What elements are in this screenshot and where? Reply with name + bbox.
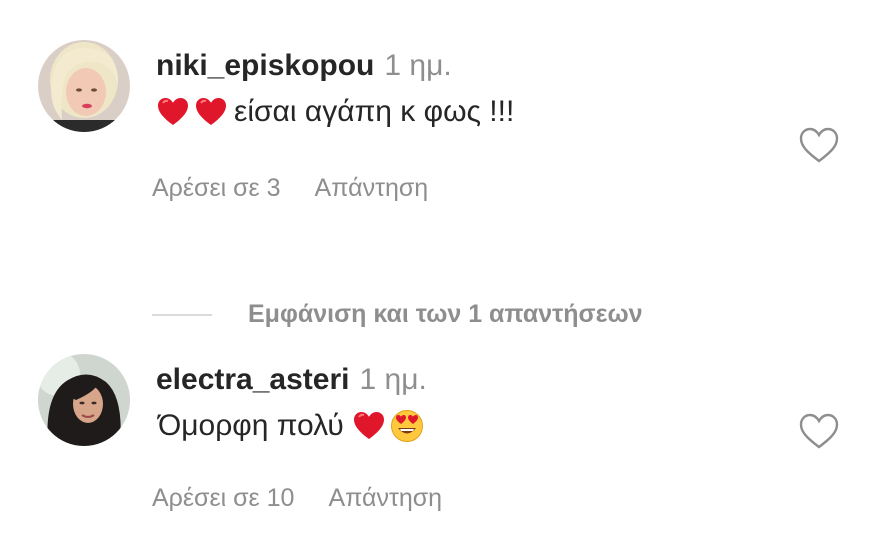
comment-content: electra_asteri 1 ημ. Όμορφη πολύ <box>156 360 770 446</box>
red-heart-icon <box>156 95 190 129</box>
avatar-image <box>38 40 130 132</box>
username[interactable]: niki_episkopou <box>156 49 374 82</box>
comment-text-line: είσαι αγάπη κ φως !!! <box>156 92 770 132</box>
comment-text: Όμορφη πολύ <box>158 409 344 442</box>
heart-eyes-emoji-icon <box>390 409 424 443</box>
comment-meta: Αρέσει σε 10 Απάντηση <box>152 484 442 513</box>
reply-button[interactable]: Απάντηση <box>315 174 429 202</box>
likes-count[interactable]: Αρέσει σε 10 <box>152 484 294 512</box>
avatar-image <box>38 354 130 446</box>
comment-meta: Αρέσει σε 3 Απάντηση <box>152 174 428 203</box>
timestamp[interactable]: 1 ημ. <box>359 363 426 396</box>
avatar[interactable] <box>38 354 130 446</box>
view-replies-label[interactable]: Εμφάνιση και των 1 απαντήσεων <box>248 300 643 329</box>
replies-divider <box>152 313 212 316</box>
comment-content: niki_episkopou 1 ημ. είσαι αγάπη κ φως !!… <box>156 46 770 132</box>
likes-count[interactable]: Αρέσει σε 3 <box>152 174 281 202</box>
username[interactable]: electra_asteri <box>156 363 349 396</box>
red-heart-icon <box>352 409 386 443</box>
comment-text-line: Όμορφη πολύ <box>156 406 770 446</box>
view-replies-button[interactable]: Εμφάνιση και των 1 απαντήσεων <box>152 300 643 329</box>
red-heart-icon <box>194 95 228 129</box>
reply-button[interactable]: Απάντηση <box>328 484 442 512</box>
comment-text: είσαι αγάπη κ φως !!! <box>234 95 515 128</box>
timestamp[interactable]: 1 ημ. <box>384 49 451 82</box>
avatar[interactable] <box>38 40 130 132</box>
like-heart-icon[interactable] <box>798 412 840 452</box>
comments-list: niki_episkopou 1 ημ. είσαι αγάπη κ φως !!… <box>0 0 880 543</box>
like-heart-icon[interactable] <box>798 126 840 166</box>
